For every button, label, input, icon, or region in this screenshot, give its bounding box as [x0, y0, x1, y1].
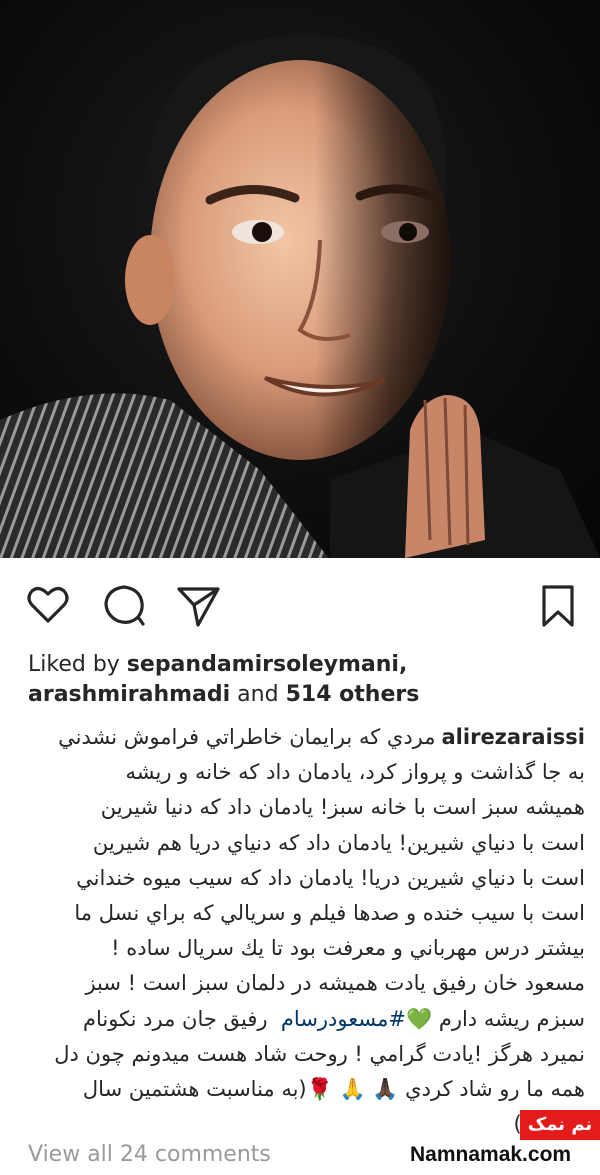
liker-link-2[interactable]: arashmirahmadi — [28, 682, 230, 707]
caption-line: پروازت) — [20, 1107, 585, 1142]
caption-line: است با سيب خنده و صدها فيلم و سريالي كه … — [74, 901, 585, 926]
caption-line: هميشه سبز است با خانه سبز! يادمان داد كه… — [100, 795, 585, 820]
portrait-image — [0, 35, 600, 558]
caption-line: سبزم ريشه دارم 💚#مسعودرسام رفيق جان مرد … — [82, 1006, 585, 1031]
rose-emoji: 🌹 — [306, 1077, 333, 1102]
caption-line: است با دنياي شيرين دريا! يادمان داد كه س… — [76, 865, 585, 890]
caption-line: نميرد هرگز !يادت گرامي ! روحت شاد هست مي… — [54, 1041, 585, 1066]
caption-line: بيشتر درس مهرباني و معرفت بود تا يك سريا… — [111, 936, 585, 961]
post-caption: alirezaraissiمردي كه برايمان خاطراتي فرا… — [20, 720, 585, 1142]
comment-icon[interactable] — [100, 581, 148, 629]
caption-username[interactable]: alirezaraissi — [442, 725, 585, 749]
likes-others-link[interactable]: 514 others — [286, 682, 420, 707]
caption-line: مسعود خان رفيق يادت هميشه در دلمان سبز ا… — [85, 971, 585, 996]
paper-plane-icon[interactable] — [174, 581, 222, 629]
pray-dark-emoji: 🙏🏿 — [372, 1077, 399, 1102]
action-bar — [0, 575, 600, 633]
caption-line: است با دنياي شيرين! يادمان داد كه دنياي … — [92, 830, 585, 855]
pray-emoji: 🙏 — [339, 1077, 366, 1102]
heart-icon[interactable] — [24, 581, 72, 629]
liker-link-1[interactable]: sepandamirsoleymani, — [127, 652, 408, 677]
post-photo[interactable] — [0, 0, 600, 558]
view-all-comments-link[interactable]: View all 24 comments — [28, 1142, 271, 1167]
likes-prefix: Liked by — [28, 652, 127, 677]
green-heart-emoji: 💚 — [405, 1006, 433, 1031]
watermark-badge: نم نمک — [520, 1110, 600, 1140]
likes-and: and — [230, 682, 286, 707]
watermark-site: Namnamak.com — [410, 1143, 572, 1166]
caption-line: alirezaraissiمردي كه برايمان خاطراتي فرا… — [58, 725, 585, 749]
caption-line: همه ما رو شاد كردي 🙏🏿 🙏 🌹(به مناسبت هشتم… — [82, 1077, 585, 1102]
caption-line: به جا گذاشت و پرواز كرد، يادمان داد كه خ… — [125, 760, 585, 785]
hashtag-link[interactable]: #مسعودرسام — [281, 1007, 406, 1031]
bookmark-icon[interactable] — [534, 581, 582, 629]
likes-summary: Liked by sepandamirsoleymani, arashmirah… — [28, 650, 588, 710]
